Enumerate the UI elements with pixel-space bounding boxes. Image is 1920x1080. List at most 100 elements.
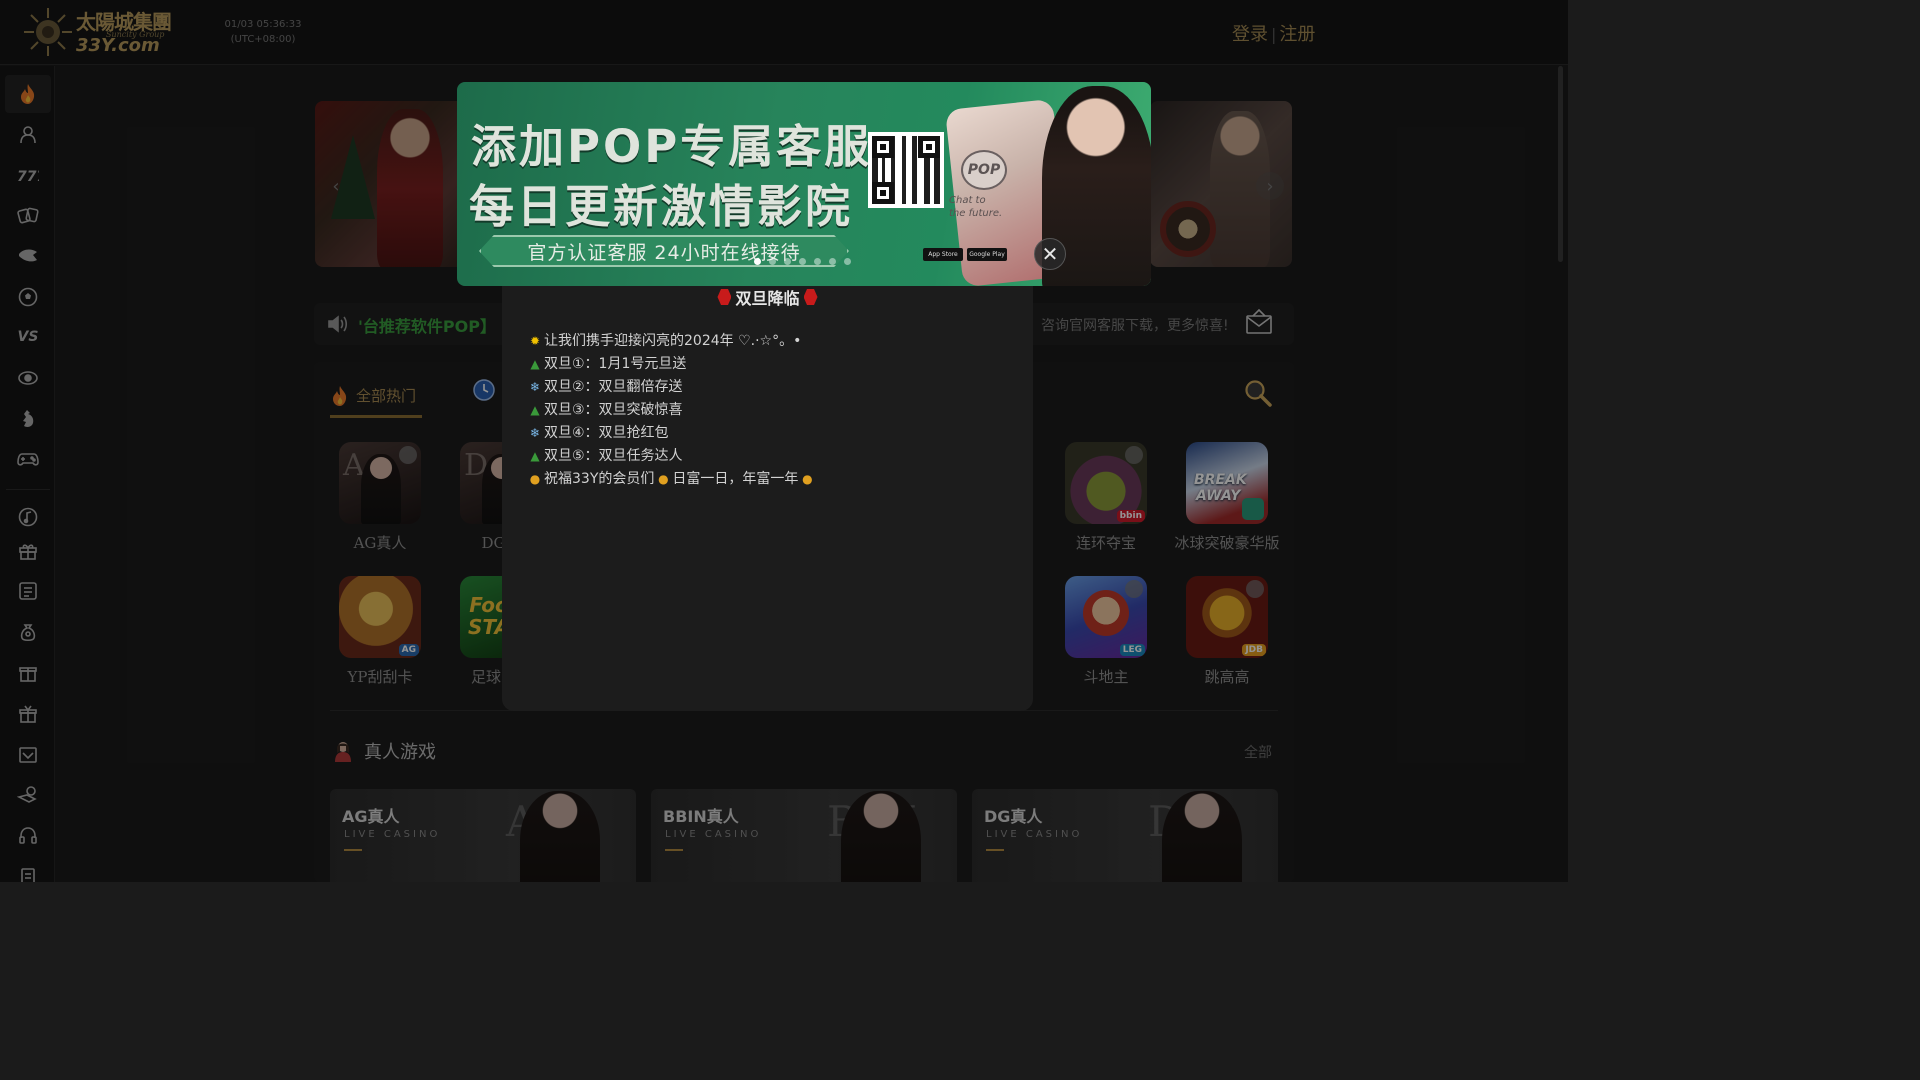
favorite-icon[interactable]: [1125, 446, 1143, 464]
sidebar-item-records[interactable]: [5, 572, 51, 610]
carousel-dots: [754, 258, 851, 265]
modal-line-text: 双旦①：1月1号元旦送: [544, 356, 687, 372]
sidebar-item-hot[interactable]: [5, 75, 51, 113]
game-thumbnail: AG: [339, 576, 421, 658]
provider-badge: AG: [398, 644, 419, 656]
document-icon: [21, 868, 35, 882]
snowflake-icon: ❄: [529, 380, 541, 394]
modal-line: ▲ 双旦⑤：双旦任务达人: [528, 445, 814, 468]
marquee-text-right: 咨询官网客服下载，更多惊喜!: [1041, 318, 1229, 334]
carousel-dot[interactable]: [829, 258, 836, 265]
game-tile[interactable]: BREAK AWAY 冰球突破豪华版: [1167, 442, 1287, 553]
sidebar-item-vip[interactable]: [5, 735, 51, 773]
card-title: DG真人: [984, 807, 1043, 826]
modal-line-text: 双旦②：双旦翻倍存送: [544, 379, 683, 395]
carousel-dot[interactable]: [844, 258, 851, 265]
register-link[interactable]: 注册: [1279, 24, 1315, 45]
sidebar-item-music[interactable]: [5, 498, 51, 536]
card-title: BBIN真人: [663, 807, 739, 826]
sidebar-item-promo[interactable]: [5, 532, 51, 570]
model-image: [377, 109, 443, 267]
scrollbar-thumb[interactable]: [1558, 66, 1563, 262]
carousel-dot[interactable]: [769, 258, 776, 265]
sidebar-item-esports[interactable]: VS: [5, 318, 51, 356]
gift-icon: [19, 544, 37, 560]
modal-line-text: 祝福33Y的会员们: [544, 471, 655, 487]
carousel-dot[interactable]: [799, 258, 806, 265]
speaker-icon: [328, 315, 348, 333]
carousel-next-button[interactable]: ›: [1256, 172, 1284, 200]
sidebar-item-support[interactable]: [5, 817, 51, 855]
sidebar-item-gift[interactable]: [5, 695, 51, 733]
modal-line-text: 双旦⑤：双旦任务达人: [544, 448, 683, 464]
modal-close-button[interactable]: ✕: [1034, 238, 1066, 270]
favorite-icon[interactable]: [1246, 580, 1264, 598]
card-subtitle: LIVE CASINO: [665, 829, 762, 840]
google-play-badge: Google Play: [967, 248, 1007, 261]
game-tile[interactable]: JDB 跳高高: [1167, 576, 1287, 687]
favorite-icon[interactable]: [399, 446, 417, 464]
sidebar-item-docs[interactable]: [5, 858, 51, 882]
live-casino-card[interactable]: DG DG真人 LIVE CASINO: [972, 789, 1278, 882]
carousel-dot[interactable]: [784, 258, 791, 265]
carousel-dot[interactable]: [814, 258, 821, 265]
dealer-image: [841, 791, 921, 882]
game-tile[interactable]: bbin 连环夺宝: [1046, 442, 1166, 553]
sidebar-item-fishing[interactable]: [5, 237, 51, 275]
fish-icon: [19, 249, 37, 262]
favorite-icon[interactable]: [1125, 580, 1143, 598]
money-bag-icon: ●: [529, 472, 541, 486]
vip-icon: [19, 747, 37, 763]
svg-text:777: 777: [17, 169, 39, 183]
modal-title: 双旦降临: [502, 285, 1033, 309]
header-clock: 01/03 05:36:33 (UTC+08:00): [222, 17, 304, 47]
money-bag-icon: ●: [658, 472, 669, 486]
game-tile[interactable]: A AG真人: [320, 442, 440, 553]
card-accent-bar: [344, 849, 362, 851]
sidebar-item-cards[interactable]: [5, 196, 51, 234]
mail-icon[interactable]: [1245, 308, 1273, 336]
sidebar-item-live[interactable]: [5, 115, 51, 153]
game-name: AG真人: [353, 534, 407, 552]
present-icon: [19, 705, 37, 723]
game-tile[interactable]: LEG 斗地主: [1046, 576, 1166, 687]
game-thumbnail: JDB: [1186, 576, 1268, 658]
card-subtitle: LIVE CASINO: [344, 829, 441, 840]
tree-icon: ▲: [530, 357, 540, 371]
sidebar-item-cockfight[interactable]: [5, 400, 51, 438]
game-tile[interactable]: AG YP刮刮卡: [320, 576, 440, 687]
lantern-icon: [803, 289, 818, 305]
banner-subheadline: 每日更新激情影院: [469, 180, 854, 233]
sidebar-item-games[interactable]: [5, 440, 51, 478]
app-root: 太陽城集團 Suncity Group 33Y.com 01/03 05:36:…: [0, 0, 1568, 882]
carousel-dot[interactable]: [754, 258, 761, 265]
carousel-prev-button[interactable]: ‹: [322, 172, 350, 200]
sidebar-item-rebate[interactable]: [5, 613, 51, 651]
rooster-icon: [23, 410, 34, 427]
tab-all-hot[interactable]: 全部热门: [330, 376, 422, 418]
provider-badge: LEG: [1119, 644, 1145, 656]
game-thumbnail: A: [339, 442, 421, 524]
card-subtitle: LIVE CASINO: [986, 829, 1083, 840]
list-icon: [19, 582, 37, 600]
tree-icon: ▲: [530, 403, 540, 417]
clock-time: 01/03 05:36:33: [224, 19, 302, 30]
live-casino-card[interactable]: AG AG真人 LIVE CASINO: [330, 789, 636, 882]
sidebar-item-sports[interactable]: [5, 278, 51, 316]
sidebar-item-wallet[interactable]: [5, 776, 51, 814]
qr-code-image: [868, 132, 944, 208]
login-link[interactable]: 登录: [1232, 24, 1268, 45]
sidebar-item-bonus[interactable]: [5, 654, 51, 692]
sidebar-item-slots[interactable]: 777: [5, 156, 51, 194]
live-casino-card[interactable]: BN BBIN真人 LIVE CASINO: [651, 789, 957, 882]
site-logo[interactable]: 太陽城集團 Suncity Group 33Y.com: [20, 4, 182, 60]
sun-icon: ✹: [529, 334, 541, 348]
section-view-all-link[interactable]: 全部: [1244, 742, 1272, 762]
modal-line: ▲ 双旦③：双旦突破惊喜: [528, 399, 814, 422]
sidebar-item-lottery[interactable]: [5, 359, 51, 397]
clock-icon[interactable]: [472, 378, 496, 402]
tab-all-hot-label: 全部热门: [356, 387, 417, 405]
sidebar-divider: [6, 489, 50, 490]
search-icon[interactable]: [1243, 378, 1273, 408]
modal-content: ✹ 让我们携手迎接闪亮的2024年 ♡.·☆°。• ▲ 双旦①：1月1号元旦送 ❄ 双…: [528, 330, 814, 491]
